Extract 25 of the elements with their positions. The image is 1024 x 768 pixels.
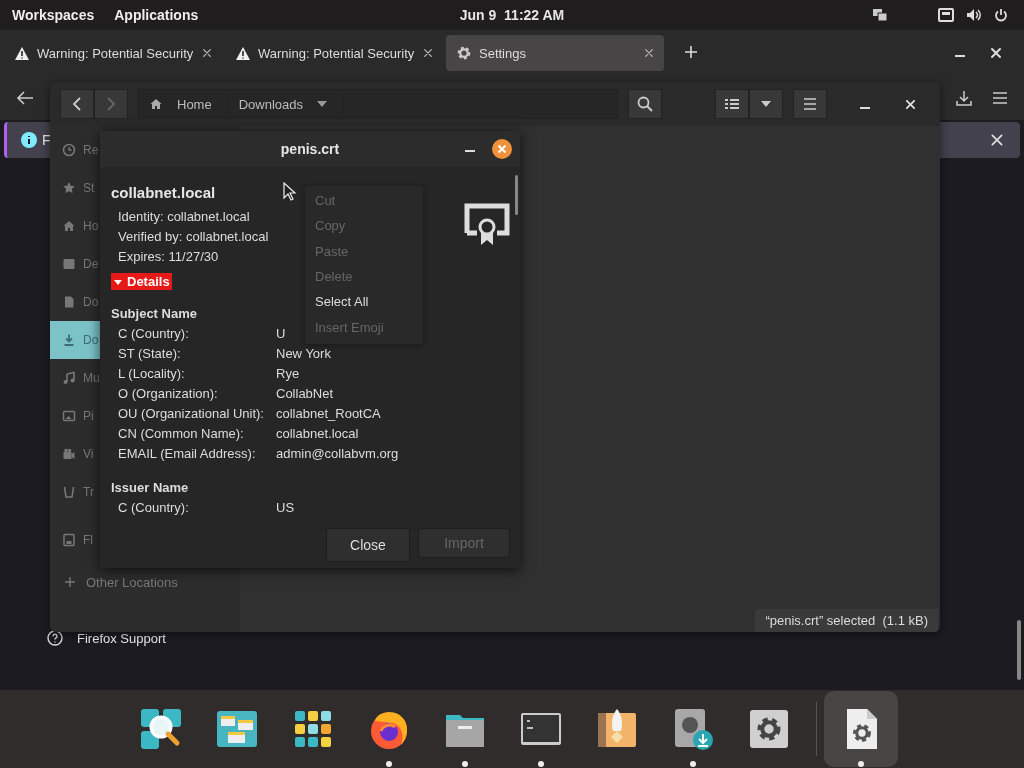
field-value: US: [276, 499, 295, 517]
section-title: Issuer Name: [111, 479, 189, 497]
field-value: admin@collabvm.org: [276, 445, 399, 463]
field-value: Rye: [276, 365, 300, 383]
certificate-info: Expires: 11/27/30: [117, 248, 219, 266]
dialog-title: penis.crt: [280, 141, 340, 157]
field-value: collabnet_RootCA: [276, 405, 381, 423]
field-label: OU (Organizational Unit):: [118, 405, 264, 423]
field-value: U: [276, 325, 286, 343]
field-label: C (Country):: [118, 499, 189, 517]
certificate-info: Verified by: collabnet.local: [117, 228, 269, 246]
field-value: New York: [276, 345, 331, 363]
section-title: Subject Name: [111, 305, 197, 323]
field-value: CollabNet: [276, 385, 334, 403]
field-label: O (Organization):: [118, 385, 218, 403]
field-value: collabnet.local: [276, 425, 359, 443]
field-label: L (Locality):: [118, 365, 185, 383]
field-label: EMAIL (Email Address):: [118, 445, 256, 463]
field-label: CN (Common Name):: [118, 425, 244, 443]
certificate-info: Identity: collabnet.local: [117, 208, 250, 226]
selection-status: “penis.crt” selected (1.1 kB): [755, 609, 938, 632]
info-text: F: [42, 132, 51, 148]
certificate-name: collabnet.local: [111, 183, 216, 203]
field-label: ST (State):: [118, 345, 181, 363]
field-label: C (Country):: [118, 325, 189, 343]
